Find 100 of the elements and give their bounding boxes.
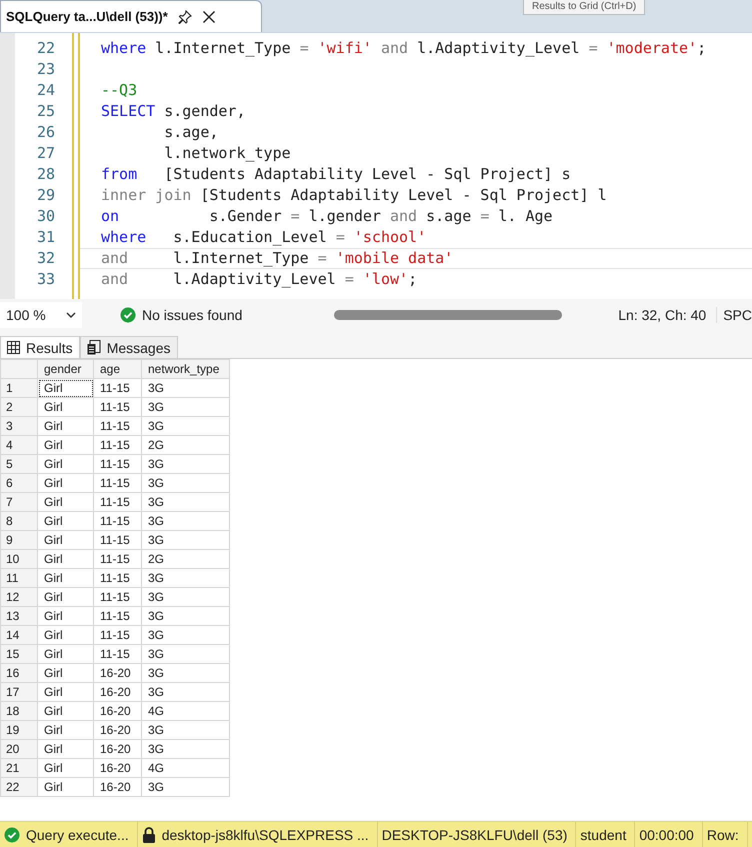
- line-number: 29: [36, 185, 55, 206]
- table-cell: 3G: [142, 720, 230, 740]
- table-cell: 3G: [142, 474, 230, 492]
- caret-icon: [66, 312, 76, 318]
- table-cell: 11-15: [94, 568, 142, 588]
- line-number: 25: [36, 101, 55, 122]
- table-cell: Girl: [38, 416, 94, 436]
- row-number[interactable]: 18: [0, 702, 38, 720]
- row-number[interactable]: 13: [0, 606, 38, 626]
- table-cell: 11-15: [94, 436, 142, 454]
- zoom-dropdown[interactable]: 100 %: [0, 302, 82, 328]
- row-number[interactable]: 5: [0, 454, 38, 474]
- table-cell: 3G: [142, 492, 230, 512]
- table-cell: Girl: [38, 758, 94, 778]
- table-cell: 4G: [142, 758, 230, 778]
- table-cell: 2G: [142, 436, 230, 454]
- status-text: Row:: [706, 826, 739, 842]
- row-number[interactable]: 17: [0, 682, 38, 702]
- code-line: on s.Gender = l.gender and s.age = l. Age: [101, 206, 554, 227]
- row-number[interactable]: 7: [0, 492, 38, 512]
- table-cell: 11-15: [94, 474, 142, 492]
- table-cell: 3G: [142, 682, 230, 702]
- pin-icon[interactable]: [178, 10, 192, 24]
- line-number: 30: [36, 206, 55, 227]
- row-number[interactable]: 8: [0, 512, 38, 530]
- table-cell: 11-15: [94, 492, 142, 512]
- table-cell: Girl: [38, 644, 94, 664]
- code-line: l.network_type: [163, 143, 292, 164]
- table-cell: 3G: [142, 740, 230, 758]
- code-line: --Q3: [101, 80, 138, 101]
- table-cell: Girl: [38, 550, 94, 568]
- line-number: 24: [36, 80, 55, 101]
- row-number[interactable]: 3: [0, 416, 38, 436]
- row-number[interactable]: 4: [0, 436, 38, 454]
- table-cell: Girl: [38, 378, 94, 398]
- results-tab[interactable]: Results: [0, 336, 80, 358]
- table-cell: 11-15: [94, 416, 142, 436]
- table-cell: 3G: [142, 778, 230, 796]
- table-cell: Girl: [38, 530, 94, 550]
- column-header[interactable]: network_type: [142, 360, 230, 378]
- line-number: 23: [36, 59, 55, 80]
- cursor-position: Ln: 32, Ch: 40: [618, 307, 718, 323]
- column-header[interactable]: gender: [38, 360, 94, 378]
- table-cell: Girl: [38, 512, 94, 530]
- row-number[interactable]: 2: [0, 398, 38, 416]
- table-cell: Girl: [38, 588, 94, 606]
- tooltip: Results to Grid (Ctrl+D): [523, 0, 646, 15]
- table-cell: Girl: [38, 568, 94, 588]
- table-cell: 3G: [142, 512, 230, 530]
- row-number[interactable]: 1: [0, 378, 38, 398]
- column-header[interactable]: age: [94, 360, 142, 378]
- table-cell: Girl: [38, 720, 94, 740]
- table-cell: 11-15: [94, 588, 142, 606]
- document-icon: [86, 340, 101, 355]
- row-number[interactable]: 16: [0, 664, 38, 682]
- success-icon: [4, 826, 20, 842]
- row-number[interactable]: 14: [0, 626, 38, 644]
- row-number[interactable]: 11: [0, 568, 38, 588]
- document-tab[interactable]: SQLQuery ta...U\dell (53))*: [0, 0, 262, 32]
- table-cell: 2G: [142, 550, 230, 568]
- table-cell: 11-15: [94, 530, 142, 550]
- code-line: inner join [Students Adaptability Level - Sql Project] l: [101, 185, 608, 206]
- table-cell: Girl: [38, 778, 94, 796]
- row-number[interactable]: 12: [0, 588, 38, 606]
- table-cell: Girl: [38, 606, 94, 626]
- table-cell: 16-20: [94, 720, 142, 740]
- status-text: 00:00:00: [639, 826, 694, 842]
- row-number[interactable]: 15: [0, 644, 38, 664]
- row-number[interactable]: 20: [0, 740, 38, 758]
- table-cell: Girl: [38, 454, 94, 474]
- table-cell: 3G: [142, 664, 230, 682]
- table-cell: 16-20: [94, 682, 142, 702]
- table-cell: Girl: [38, 626, 94, 644]
- table-cell: 3G: [142, 416, 230, 436]
- line-number: 27: [36, 143, 55, 164]
- code-line: and l.Internet_Type = 'mobile data': [80, 248, 752, 269]
- close-icon[interactable]: [202, 10, 216, 24]
- status-text: Query execute...: [26, 826, 129, 842]
- row-number[interactable]: 10: [0, 550, 38, 568]
- row-number[interactable]: 9: [0, 530, 38, 550]
- table-cell: Girl: [38, 436, 94, 454]
- row-number[interactable]: 19: [0, 720, 38, 740]
- line-number: 22: [36, 38, 55, 59]
- lock-icon: [142, 826, 156, 842]
- table-cell: 3G: [142, 454, 230, 474]
- scrollbar-thumb[interactable]: [334, 310, 562, 320]
- table-cell: 11-15: [94, 398, 142, 416]
- row-number[interactable]: 22: [0, 778, 38, 796]
- table-cell: Girl: [38, 740, 94, 758]
- status-text: DESKTOP-JS8KLFU\dell (53): [382, 826, 568, 842]
- line-number: 26: [36, 122, 55, 143]
- table-cell: 3G: [142, 568, 230, 588]
- table-cell: 11-15: [94, 550, 142, 568]
- results-tab[interactable]: Messages: [80, 336, 178, 358]
- row-number[interactable]: 6: [0, 474, 38, 492]
- code-line: where l.Internet_Type = 'wifi' and l.Adaptivity_Level = 'moderate';: [101, 38, 708, 59]
- line-number: 31: [36, 227, 55, 248]
- table-cell: Girl: [38, 474, 94, 492]
- row-number[interactable]: 21: [0, 758, 38, 778]
- table-cell: 16-20: [94, 758, 142, 778]
